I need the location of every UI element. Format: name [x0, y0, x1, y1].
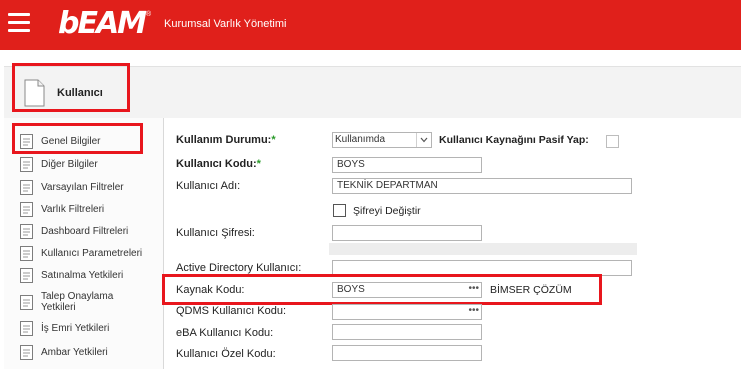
document-icon: [20, 345, 33, 360]
source-passive-checkbox[interactable]: [606, 135, 619, 148]
qdms-code-label: QDMS Kullanıcı Kodu:: [176, 305, 287, 317]
sidebar-item-label: Satınalma Yetkileri: [41, 270, 124, 281]
sidebar-item-dashboard-filtreleri[interactable]: Dashboard Filtreleri: [20, 224, 128, 239]
sidebar-item-diger-bilgiler[interactable]: Diğer Bilgiler: [20, 157, 98, 172]
sidebar-item-is-emri-yetkileri[interactable]: İş Emri Yetkileri: [20, 321, 109, 336]
highlight-genel-bilgiler: [12, 123, 143, 154]
source-passive-label: Kullanıcı Kaynağını Pasif Yap:: [439, 134, 589, 146]
sidebar-item-label: İş Emri Yetkileri: [41, 323, 110, 334]
user-code-label: Kullanıcı Kodu:*: [176, 158, 261, 170]
highlight-page-title: [12, 63, 130, 112]
sidebar-item-label: Dashboard Filtreleri: [41, 226, 129, 237]
beam-logo: bEAM ®: [58, 6, 151, 42]
usage-status-label-text: Kullanım Durumu:: [176, 134, 272, 146]
chevron-down-icon: [416, 133, 428, 147]
sidebar-item-varsayilan-filtreler[interactable]: Varsayılan Filtreler: [20, 180, 124, 195]
password-input[interactable]: [332, 225, 482, 241]
document-icon: [20, 180, 33, 195]
lookup-dots-icon[interactable]: •••: [468, 305, 479, 317]
usage-status-select[interactable]: Kullanımda: [332, 132, 432, 148]
password-label: Kullanıcı Şifresi:: [176, 227, 255, 239]
logo-text: bEAM: [58, 6, 147, 41]
sidebar-item-varlik-filtreleri[interactable]: Varlık Filtreleri: [20, 202, 104, 217]
required-mark: *: [256, 158, 261, 170]
change-password-label: Şifreyi Değiştir: [353, 205, 421, 217]
document-icon: [20, 157, 33, 172]
sidebar-item-talep-onaylama-yetkileri[interactable]: Talep Onaylama Yetkileri: [20, 291, 131, 313]
document-icon: [20, 321, 33, 336]
separator-row: [329, 243, 637, 255]
document-icon: [20, 294, 33, 310]
sidebar-item-label: Diğer Bilgiler: [41, 159, 98, 170]
qdms-code-input[interactable]: •••: [332, 304, 482, 320]
eba-code-label: eBA Kullanıcı Kodu:: [176, 327, 274, 339]
hamburger-menu-icon[interactable]: [8, 13, 30, 33]
sidebar-item-label: Varlık Filtreleri: [41, 204, 105, 215]
document-icon: [20, 246, 33, 261]
top-bar: bEAM ® Kurumsal Varlık Yönetimi: [0, 0, 741, 50]
highlight-source-code: [162, 274, 602, 305]
eba-code-input[interactable]: [332, 324, 482, 340]
sidebar-item-label: Ambar Yetkileri: [41, 347, 108, 358]
document-icon: [20, 202, 33, 217]
sidebar-item-ambar-yetkileri[interactable]: Ambar Yetkileri: [20, 345, 108, 360]
sidebar-item-label: Talep Onaylama Yetkileri: [41, 291, 114, 313]
usage-status-label: Kullanım Durumu:*: [176, 134, 276, 146]
active-directory-label: Active Directory Kullanıcı:: [176, 262, 302, 274]
sidebar-item-satinalma-yetkileri[interactable]: Satınalma Yetkileri: [20, 268, 123, 283]
custom-code-label: Kullanıcı Özel Kodu:: [176, 348, 276, 360]
change-password-checkbox[interactable]: [333, 204, 346, 217]
usage-status-value: Kullanımda: [335, 134, 386, 145]
app-title: Kurumsal Varlık Yönetimi: [164, 18, 287, 30]
sidebar-item-label: Varsayılan Filtreler: [41, 182, 124, 193]
user-code-label-text: Kullanıcı Kodu:: [176, 158, 257, 170]
custom-code-input[interactable]: [332, 345, 482, 361]
sidebar-item-kullanici-parametreleri[interactable]: Kullanıcı Parametreleri: [20, 246, 142, 261]
user-name-input[interactable]: TEKNİK DEPARTMAN: [332, 178, 632, 194]
user-code-input[interactable]: BOYS: [332, 157, 482, 173]
sidebar-item-label: Kullanıcı Parametreleri: [41, 248, 143, 259]
document-icon: [20, 224, 33, 239]
required-mark: *: [271, 134, 276, 146]
logo-registered-mark: ®: [146, 10, 152, 18]
user-name-label: Kullanıcı Adı:: [176, 180, 241, 192]
document-icon: [20, 268, 33, 283]
